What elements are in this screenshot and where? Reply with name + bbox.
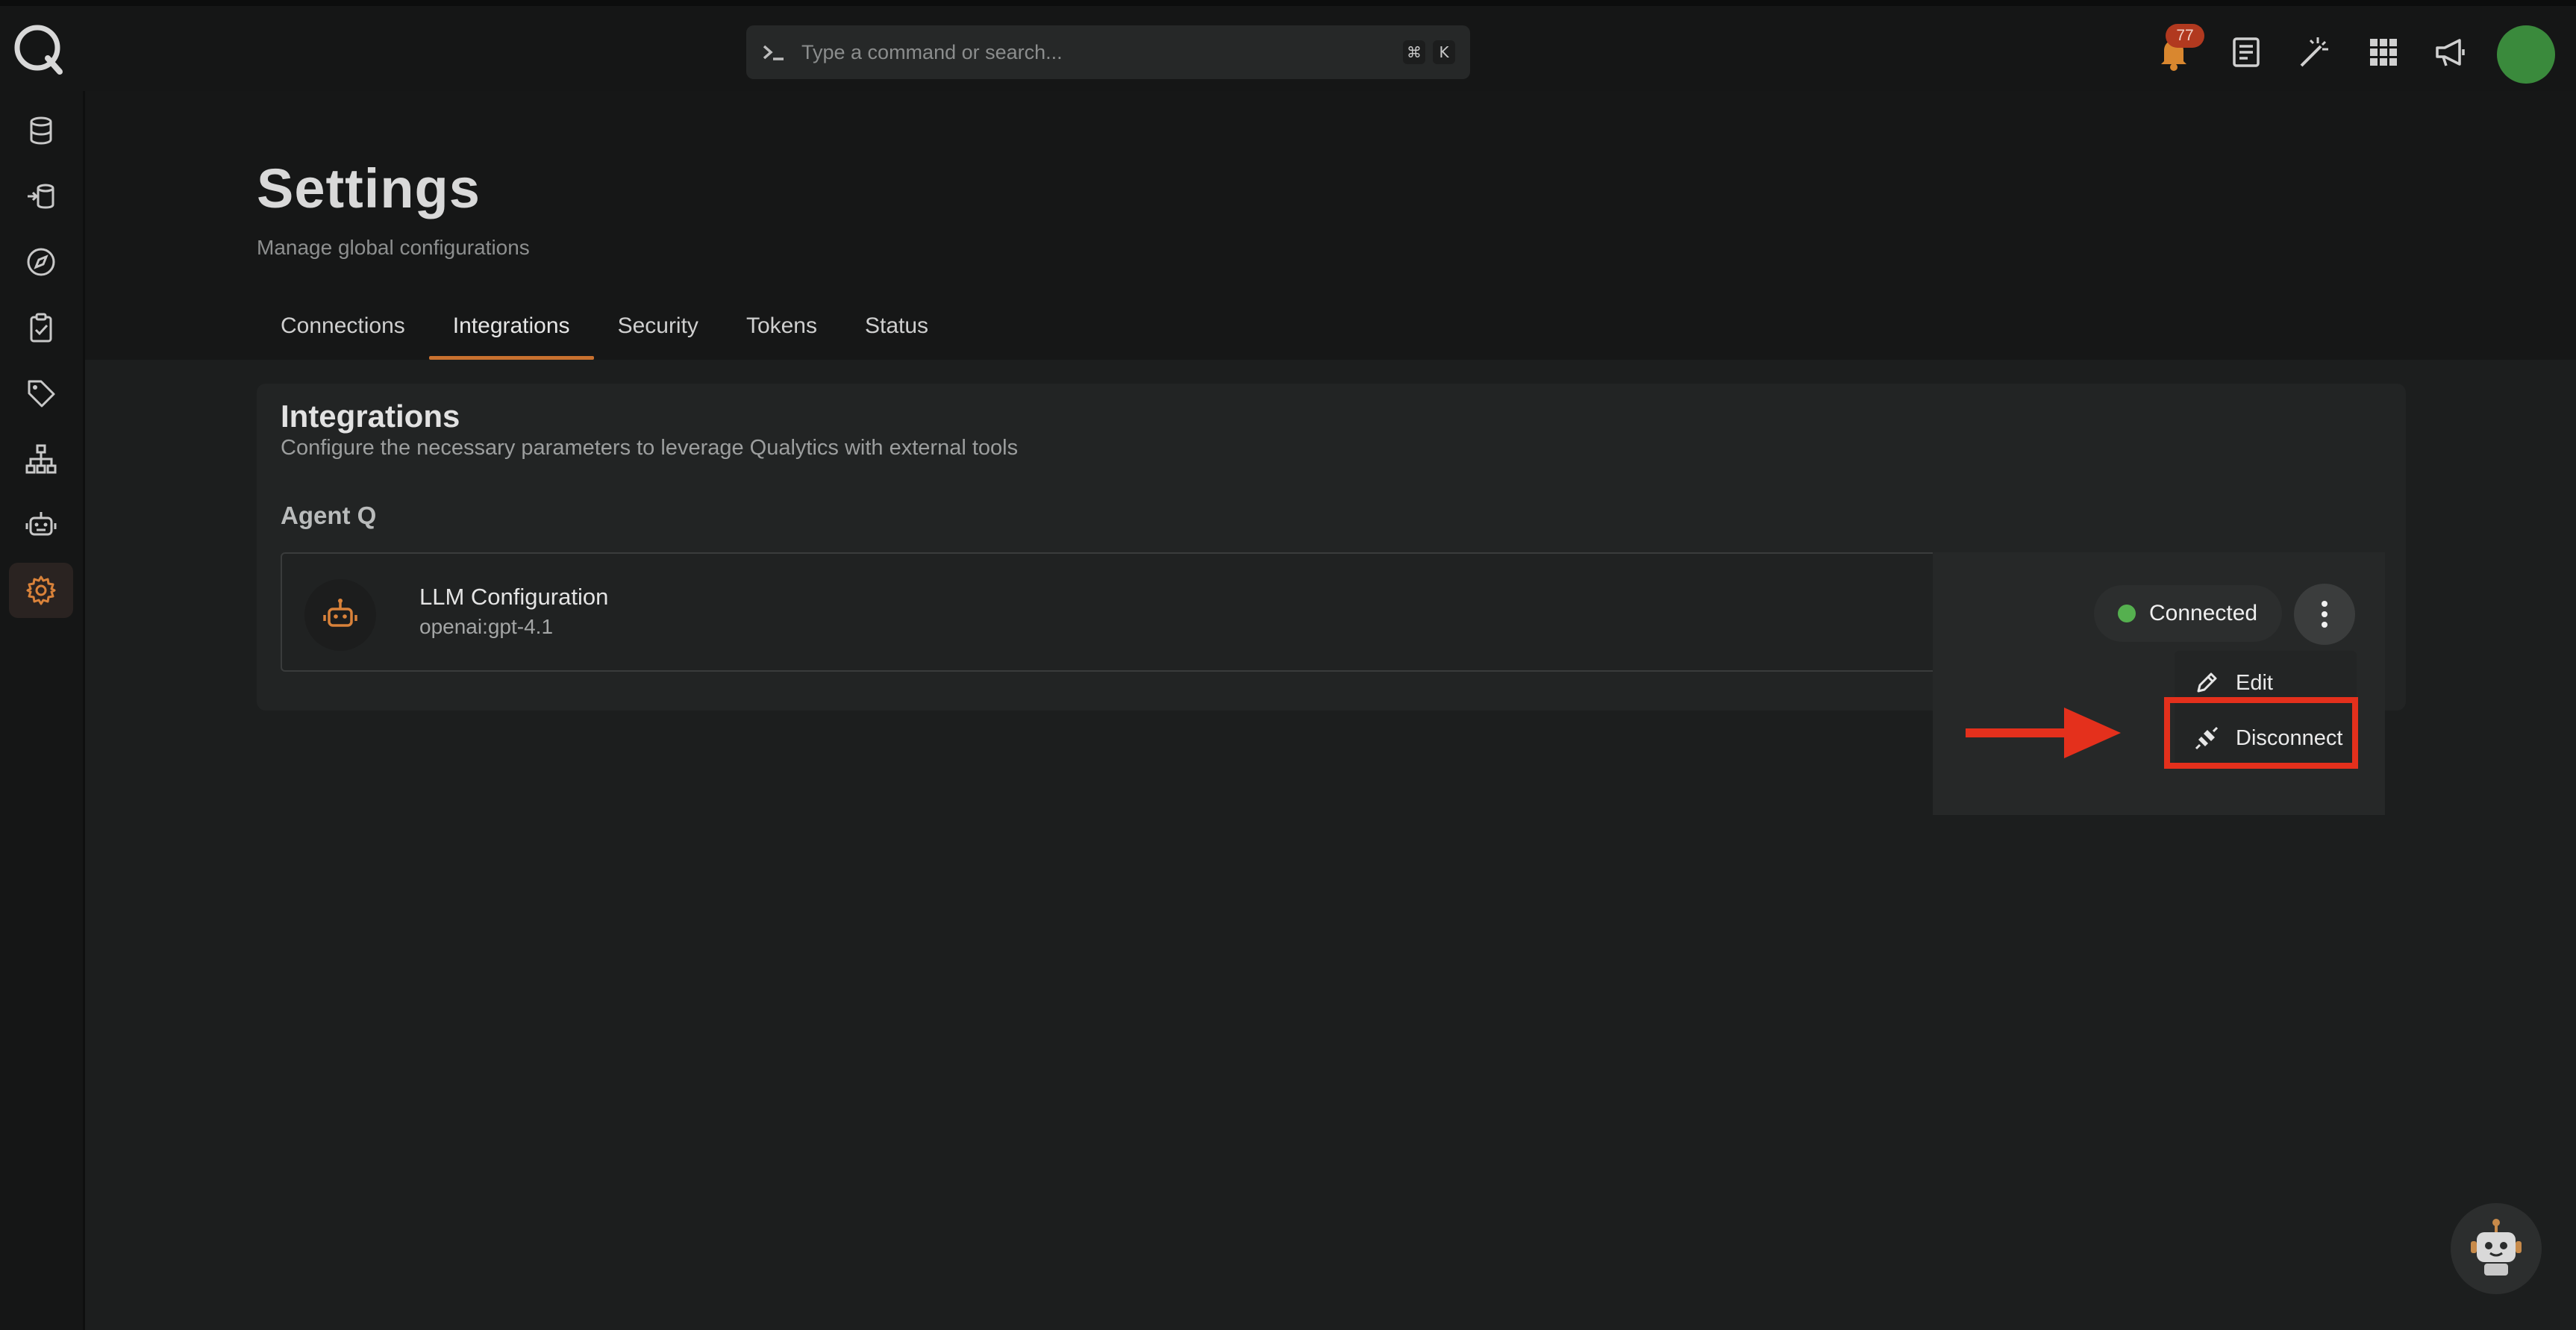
notification-badge: 77: [2166, 24, 2204, 48]
tag-icon: [28, 380, 55, 408]
robot-icon: [25, 512, 57, 536]
pencil-icon: [2197, 672, 2217, 693]
sidebar-item-datastores[interactable]: [9, 103, 73, 158]
robot-mascot-icon: [2471, 1219, 2522, 1276]
robot-icon: [323, 599, 357, 627]
compass-icon: [27, 248, 55, 276]
apps-grid-icon[interactable]: [2366, 34, 2401, 70]
status-badge: Connected: [2094, 585, 2282, 642]
data-ingest-icon: [28, 184, 54, 209]
menu-item-edit-label: Edit: [2236, 670, 2273, 695]
document-icon[interactable]: [2228, 34, 2264, 70]
sidebar-item-explore[interactable]: [9, 234, 73, 290]
tab-integrations[interactable]: Integrations: [428, 306, 594, 360]
settings-tabs: Connections Integrations Security Tokens…: [257, 306, 952, 360]
hierarchy-icon: [25, 444, 57, 474]
card-title: Integrations: [281, 399, 460, 434]
page-title: Settings: [257, 157, 481, 219]
megaphone-icon[interactable]: [2433, 34, 2469, 70]
arrow-right-icon: [1966, 708, 2121, 758]
sidebar-item-tags[interactable]: [9, 366, 73, 421]
integration-name: LLM Configuration: [419, 584, 609, 610]
magic-wand-icon[interactable]: [2295, 34, 2331, 70]
search-input[interactable]: [800, 40, 1395, 65]
sidebar-item-settings[interactable]: [9, 563, 73, 618]
user-avatar[interactable]: [2497, 25, 2555, 84]
command-search[interactable]: ⌘ K: [746, 25, 1470, 79]
shortcut-k-key: K: [1433, 40, 1455, 64]
sidebar: [0, 91, 85, 1330]
app-logo-icon[interactable]: [10, 21, 67, 78]
card-description: Configure the necessary parameters to le…: [281, 436, 1019, 460]
database-icon: [30, 116, 52, 145]
disconnect-highlight-box: [2164, 697, 2358, 769]
more-options-button[interactable]: [2294, 584, 2355, 645]
clipboard-check-icon: [30, 313, 52, 343]
gear-icon: [26, 575, 56, 605]
integration-icon: [304, 579, 376, 651]
status-text: Connected: [2149, 601, 2258, 625]
shortcut-mod-key: ⌘: [1403, 40, 1425, 64]
status-dot: [2118, 605, 2136, 622]
tab-connections[interactable]: Connections: [257, 306, 429, 360]
tab-status[interactable]: Status: [841, 306, 952, 360]
top-bar: ⌘ K 77: [0, 0, 2576, 91]
section-label: Agent Q: [281, 502, 377, 529]
tab-security[interactable]: Security: [594, 306, 722, 360]
sidebar-item-checks[interactable]: [9, 300, 73, 355]
integration-model: openai:gpt-4.1: [419, 615, 554, 638]
kebab-icon: [2322, 601, 2328, 628]
tab-tokens[interactable]: Tokens: [722, 306, 841, 360]
page-subtitle: Manage global configurations: [257, 236, 530, 259]
assistant-button[interactable]: [2451, 1203, 2542, 1294]
sidebar-item-agent[interactable]: [9, 497, 73, 552]
sidebar-item-hierarchy[interactable]: [9, 431, 73, 487]
sidebar-item-enrichment[interactable]: [9, 169, 73, 224]
terminal-prompt-icon: [763, 45, 784, 60]
